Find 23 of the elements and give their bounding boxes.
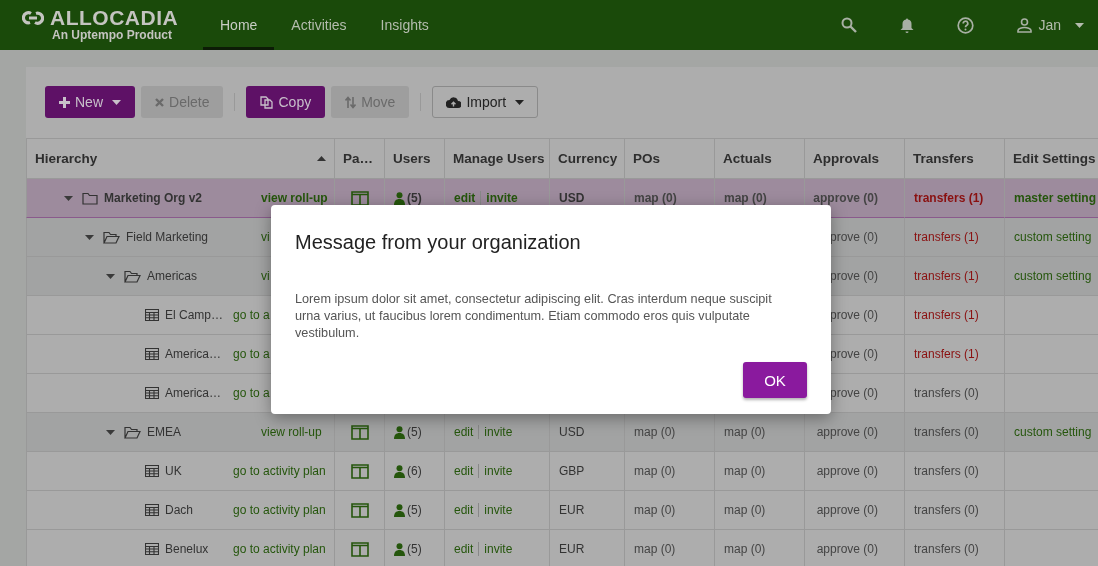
brand-name: ALLOCADIA (50, 7, 179, 29)
brand-tagline: An Uptempo Product (51, 28, 173, 43)
currency: EUR (559, 542, 585, 556)
tree-label: America… (165, 347, 221, 361)
tree-label: Marketing Org v2 (104, 191, 203, 205)
user-count: (5) (407, 425, 422, 439)
tree-label: El Camp… (165, 308, 223, 322)
tree-label: UK (165, 464, 182, 478)
tree-label: Americas (147, 269, 197, 283)
currency: USD (559, 191, 585, 205)
tree-label: America… (165, 386, 221, 400)
user-count: (5) (407, 542, 422, 556)
user-count: (5) (407, 503, 422, 517)
user-count: (6) (407, 464, 422, 478)
currency: GBP (559, 464, 585, 478)
tree-label: Dach (165, 503, 193, 517)
currency: USD (559, 425, 585, 439)
user-count: (5) (407, 191, 422, 205)
currency: EUR (559, 503, 585, 517)
tree-label: Benelux (165, 542, 209, 556)
column-title: Hierarchy (35, 151, 98, 166)
tree-label: Field Marketing (126, 230, 209, 244)
tree-label: EMEA (147, 425, 181, 439)
